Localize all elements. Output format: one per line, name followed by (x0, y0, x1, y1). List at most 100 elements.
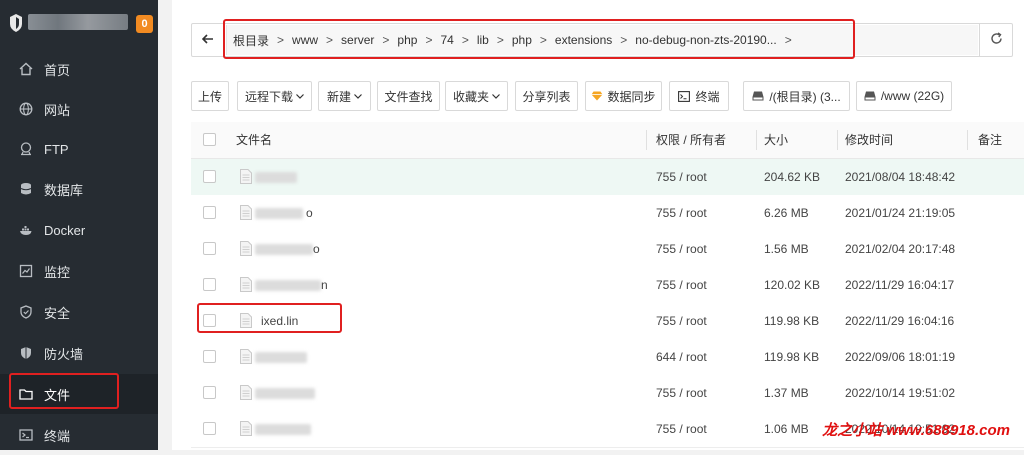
breadcrumb-item[interactable]: extensions (555, 33, 612, 47)
disk-root-button[interactable]: /(根目录) (3... (743, 81, 850, 111)
button-label: 新建 (326, 89, 351, 104)
chevron-right-icon[interactable]: > (785, 33, 792, 47)
file-permission[interactable]: 755 / root (656, 267, 707, 303)
favorites-button[interactable]: 收藏夹 (445, 81, 508, 111)
table-row[interactable]: ixed.lin 755 / root 119.98 KB 2022/11/29… (191, 303, 1024, 340)
table-row[interactable]: 755 / root 204.62 KB 2021/08/04 18:48:42 (191, 159, 1024, 196)
folder-icon (19, 387, 33, 401)
breadcrumb-item[interactable]: server (341, 33, 374, 47)
column-divider (756, 130, 757, 150)
diamond-icon (591, 91, 603, 101)
select-all-checkbox[interactable] (203, 133, 216, 146)
row-checkbox[interactable] (203, 206, 216, 219)
file-size: 119.98 KB (764, 350, 820, 364)
sidebar-item-label: Docker (44, 222, 86, 238)
column-divider (967, 130, 968, 150)
file-name[interactable]: o (313, 231, 320, 267)
sidebar-item-firewall[interactable]: 防火墙 (0, 333, 158, 373)
file-permission[interactable]: 755 / root (656, 195, 707, 231)
file-permission[interactable]: 755 / root (656, 375, 707, 411)
file-permission[interactable]: 755 / root (656, 411, 707, 447)
row-checkbox[interactable] (203, 386, 216, 399)
column-header-name[interactable]: 文件名 (236, 122, 272, 158)
table-row[interactable]: n 755 / root 120.02 KB 2022/11/29 16:04:… (191, 267, 1024, 304)
row-checkbox[interactable] (203, 350, 216, 363)
file-icon (240, 421, 252, 436)
sidebar-item-files[interactable]: 文件 (0, 374, 158, 414)
sidebar-item-ftp[interactable]: FTP (0, 129, 158, 169)
file-manager-panel: 根目录 > www > server > php > 74 > lib > ph… (172, 0, 1024, 450)
file-permission[interactable]: 755 / root (656, 159, 707, 195)
upload-button[interactable]: 上传 (191, 81, 229, 111)
breadcrumb-item[interactable]: no-debug-non-zts-20190... (635, 33, 776, 47)
file-permission[interactable]: 644 / root (656, 339, 707, 375)
breadcrumb-item[interactable]: php (397, 33, 417, 47)
file-permission[interactable]: 755 / root (656, 231, 707, 267)
file-icon (240, 349, 252, 364)
sidebar-item-monitor[interactable]: 监控 (0, 251, 158, 291)
row-checkbox[interactable] (203, 278, 216, 291)
column-header-mtime[interactable]: 修改时间 (845, 122, 893, 158)
redacted-filename (255, 208, 303, 219)
file-mtime: 2022/11/29 16:04:16 (845, 314, 955, 328)
breadcrumb-item[interactable]: 根目录 (233, 32, 269, 49)
redacted-filename (255, 352, 307, 363)
terminal-button[interactable]: 终端 (669, 81, 729, 111)
table-row[interactable]: o 755 / root 6.26 MB 2021/01/24 21:19:05 (191, 195, 1024, 232)
row-checkbox[interactable] (203, 170, 216, 183)
globe-icon (19, 102, 33, 116)
breadcrumb-item[interactable]: www (292, 33, 318, 47)
chevron-right-icon: > (620, 33, 628, 47)
back-button[interactable] (192, 24, 224, 56)
sidebar-item-security[interactable]: 安全 (0, 292, 158, 332)
row-checkbox[interactable] (203, 422, 216, 435)
redacted-filename (255, 388, 315, 399)
sidebar: 0 首页 网站 FTP 数据库 Docker 监控 安全 防火墙 文件 终端 (0, 0, 158, 450)
file-name[interactable]: ixed.lin (261, 303, 298, 339)
sidebar-item-docker[interactable]: Docker (0, 210, 158, 250)
firewall-icon (19, 346, 33, 360)
chevron-right-icon: > (496, 33, 504, 47)
file-name[interactable]: o (306, 195, 313, 231)
remote-download-button[interactable]: 远程下载 (237, 81, 312, 111)
terminal-icon (19, 428, 33, 442)
docker-icon (19, 223, 33, 237)
table-row[interactable]: 755 / root 1.37 MB 2022/10/14 19:51:02 (191, 375, 1024, 412)
chevron-right-icon: > (425, 33, 433, 47)
sidebar-item-website[interactable]: 网站 (0, 89, 158, 129)
breadcrumb-item[interactable]: lib (477, 33, 489, 47)
table-header: 文件名 权限 / 所有者 大小 修改时间 备注 (191, 122, 1024, 159)
breadcrumb-item[interactable]: 74 (440, 33, 453, 47)
column-header-size[interactable]: 大小 (764, 122, 788, 158)
arrow-left-icon (201, 33, 214, 47)
data-sync-button[interactable]: 数据同步 (585, 81, 662, 111)
sidebar-item-label: 安全 (44, 305, 71, 321)
refresh-icon (990, 32, 1003, 48)
file-permission[interactable]: 755 / root (656, 303, 707, 339)
refresh-button[interactable] (979, 24, 1012, 56)
button-label: 远程下载 (244, 89, 293, 104)
file-name[interactable]: n (321, 267, 328, 303)
file-mtime: 2022/10/14 19:51:02 (845, 386, 956, 400)
new-button[interactable]: 新建 (318, 81, 371, 111)
sidebar-item-database[interactable]: 数据库 (0, 169, 158, 209)
shield-icon (19, 305, 33, 319)
file-search-button[interactable]: 文件查找 (377, 81, 440, 111)
sidebar-item-home[interactable]: 首页 (0, 49, 158, 89)
table-row[interactable]: o 755 / root 1.56 MB 2021/02/04 20:17:48 (191, 231, 1024, 268)
breadcrumb-item[interactable]: php (512, 33, 532, 47)
row-checkbox[interactable] (203, 242, 216, 255)
column-header-note: 备注 (978, 133, 1003, 147)
table-row[interactable]: 644 / root 119.98 KB 2022/09/06 18:01:19 (191, 339, 1024, 376)
server-name-redacted (28, 14, 128, 30)
share-list-button[interactable]: 分享列表 (515, 81, 578, 111)
column-header-permission[interactable]: 权限 / 所有者 (656, 122, 726, 158)
watermark-text: 龙之小站 www.688918.com (822, 422, 1010, 439)
disk-www-button[interactable]: /www (22G) (856, 81, 952, 111)
brand[interactable]: 0 (0, 0, 158, 48)
row-checkbox[interactable] (203, 314, 216, 327)
notification-badge[interactable]: 0 (136, 15, 153, 33)
file-size: 1.56 MB (764, 242, 809, 256)
file-icon (240, 205, 252, 220)
sidebar-item-terminal[interactable]: 终端 (0, 415, 158, 455)
